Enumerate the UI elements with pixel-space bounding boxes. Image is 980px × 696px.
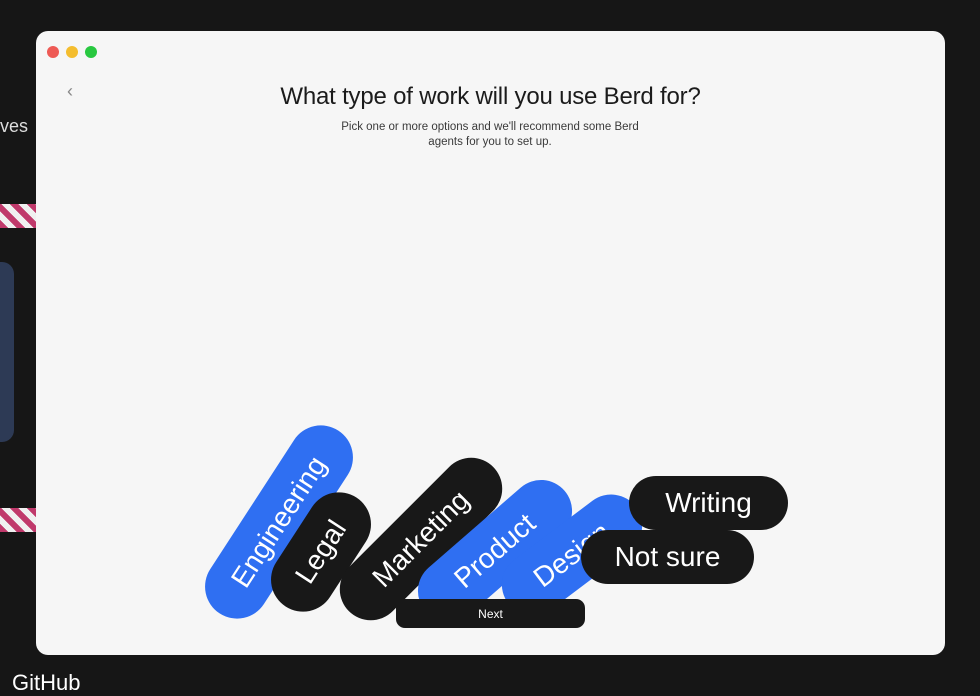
background-text: ves: [0, 116, 29, 136]
background-image-strip: [0, 204, 36, 228]
next-button[interactable]: Next: [396, 599, 585, 628]
window-close-button[interactable]: [47, 46, 59, 58]
page-title: What type of work will you use Berd for?: [280, 83, 701, 110]
background-github-label: GitHub: [12, 670, 81, 695]
onboarding-window: ‹ What type of work will you use Berd fo…: [36, 31, 945, 655]
window-minimize-button[interactable]: [66, 46, 78, 58]
page-subtitle: Pick one or more options and we'll recom…: [341, 121, 639, 148]
option-writing[interactable]: Writing: [629, 476, 788, 530]
background-image: [0, 262, 14, 442]
window-maximize-button[interactable]: [85, 46, 97, 58]
option-not-sure[interactable]: Not sure: [581, 530, 754, 584]
background-image-strip: [0, 508, 36, 532]
